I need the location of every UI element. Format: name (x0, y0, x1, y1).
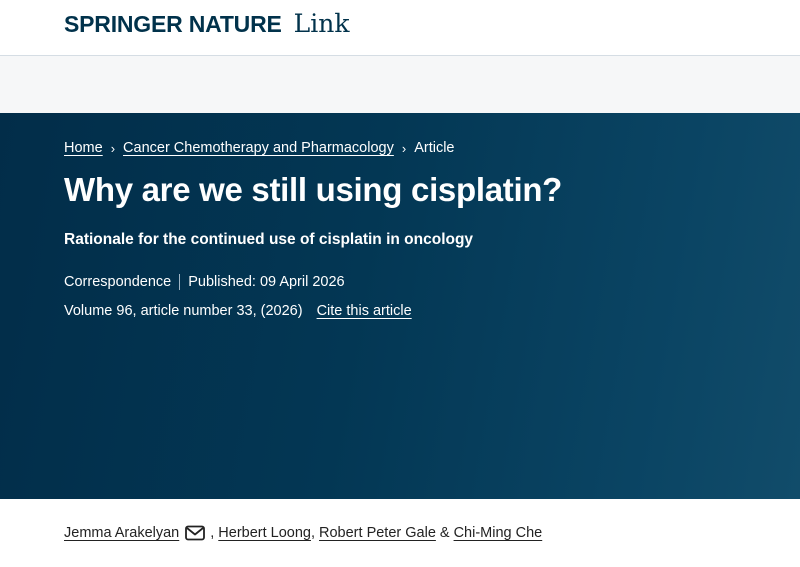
author-link-2[interactable]: Herbert Loong (218, 525, 311, 541)
chevron-right-icon: › (110, 140, 116, 156)
author-link-3[interactable]: Robert Peter Gale (319, 525, 436, 541)
site-header: SPRINGER NATURE Link (0, 0, 800, 56)
secondary-bar (0, 56, 800, 113)
article-volume-info: Volume 96, article number 33, (2026) Cit… (64, 303, 412, 319)
author-link-4[interactable]: Chi-Ming Che (454, 525, 543, 541)
volume-text: Volume 96, article number 33, (2026) (64, 303, 303, 319)
article-type: Correspondence (64, 274, 172, 290)
cite-this-article-link[interactable]: Cite this article (317, 303, 412, 319)
author-separator: , (310, 525, 316, 541)
author-separator: & (439, 525, 450, 541)
breadcrumb-home-link[interactable]: Home (64, 140, 103, 156)
article-subtitle: Rationale for the continued use of cispl… (64, 231, 474, 248)
logo-brand-text: SPRINGER NATURE (64, 11, 282, 37)
breadcrumb-journal-link[interactable]: Cancer Chemotherapy and Pharmacology (123, 140, 394, 156)
springer-nature-link-logo[interactable]: SPRINGER NATURE Link (64, 9, 350, 38)
meta-divider (179, 274, 181, 290)
author-link-1[interactable]: Jemma Arakelyan (64, 525, 179, 541)
logo-product-text: Link (293, 9, 350, 38)
envelope-icon[interactable] (185, 525, 206, 541)
published-date: Published: 09 April 2026 (188, 274, 345, 290)
chevron-right-icon: › (401, 140, 407, 156)
article-title: Why are we still using cisplatin? (64, 171, 563, 208)
author-separator: , (210, 525, 215, 541)
author-list: Jemma Arakelyan , Herbert Loong , Robert… (64, 525, 542, 541)
article-meta: Correspondence Published: 09 April 2026 (64, 274, 345, 290)
breadcrumb: Home › Cancer Chemotherapy and Pharmacol… (64, 140, 455, 156)
breadcrumb-current: Article (414, 140, 455, 156)
article-hero: Home › Cancer Chemotherapy and Pharmacol… (0, 113, 800, 499)
